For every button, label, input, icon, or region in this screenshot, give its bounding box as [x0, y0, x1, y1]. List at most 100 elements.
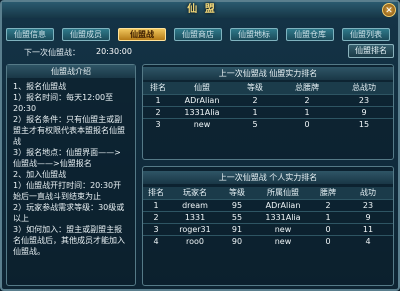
- table-row[interactable]: 2 1331 55 1331Alia 1 9: [143, 211, 393, 223]
- guild-rank-header-row: 排名 仙盟 等级 总腰牌 总战功: [143, 82, 393, 94]
- cell: 4: [365, 236, 371, 246]
- window-title: 仙 盟: [187, 4, 217, 15]
- col-total-merit: 总战功: [335, 82, 393, 94]
- col-guild: 仙盟: [173, 82, 231, 94]
- cell: new: [274, 236, 292, 246]
- tab-guild-members[interactable]: 仙盟成员: [62, 28, 110, 41]
- cell: dream: [182, 200, 208, 210]
- cell: 2: [155, 107, 161, 117]
- guild-window: 仙 盟 ✕ 仙盟信息 仙盟成员 仙盟战 仙盟商店 仙盟地标 仙盟仓库 仙盟列表 …: [0, 0, 400, 291]
- cell: 1: [325, 212, 331, 222]
- intro-line: 3）报名地点：仙盟界面——>: [13, 148, 121, 157]
- cell: 11: [362, 224, 374, 234]
- tab-guild-landmark[interactable]: 仙盟地标: [230, 28, 278, 41]
- cell: 1: [155, 95, 161, 105]
- intro-line: 20:30: [13, 104, 37, 113]
- table-row[interactable]: 1 dream 95 ADrAlian 2 23: [143, 199, 393, 211]
- cell: 1: [252, 107, 258, 117]
- cell: 2: [325, 200, 331, 210]
- cell: 0: [325, 224, 331, 234]
- intro-line: 以上: [13, 214, 29, 223]
- player-rank-table: 排名 玩家名 等级 所属仙盟 腰牌 战功 1 dream 95 ADrAlian…: [143, 187, 393, 247]
- table-row[interactable]: 3 roger31 91 new 0 11: [143, 223, 393, 235]
- cell: 15: [358, 119, 370, 129]
- intro-line: 仙盟战——>仙盟报名: [13, 159, 92, 168]
- cell: 0: [304, 119, 310, 129]
- intro-text: 1、报名仙盟战 1）报名时间：每天12:00至 20:30 2）报名条件：只有仙…: [13, 81, 133, 257]
- intro-line: 战: [13, 137, 21, 146]
- next-war-label: 下一次仙盟战：: [24, 48, 80, 57]
- intro-line: 1）报名时间：每天12:00至: [13, 93, 114, 102]
- intro-line: 名仙盟战后，其他成员才能加入: [13, 236, 125, 245]
- intro-title: 仙盟战介绍: [7, 65, 135, 78]
- table-row[interactable]: 1 ADrAlian 2 2 23: [143, 94, 393, 106]
- tab-guild-war[interactable]: 仙盟战: [118, 28, 166, 41]
- col-badges: 腰牌: [313, 187, 343, 199]
- intro-line: 仙盟战。: [13, 247, 45, 256]
- cell: new: [193, 119, 211, 129]
- cell: 55: [231, 212, 243, 222]
- tab-bar: 仙盟信息 仙盟成员 仙盟战 仙盟商店 仙盟地标 仙盟仓库 仙盟列表: [6, 28, 396, 42]
- tab-guild-shop[interactable]: 仙盟商店: [174, 28, 222, 41]
- next-war-row: 下一次仙盟战： 20:30:00 仙盟排名: [6, 44, 396, 59]
- cell: 1331: [184, 212, 206, 222]
- cell: 9: [361, 107, 367, 117]
- title-bar[interactable]: 仙 盟 ✕: [2, 2, 398, 18]
- cell: 3: [153, 224, 159, 234]
- intro-line: 2）报名条件：只有仙盟主或副: [13, 115, 123, 124]
- cell: 0: [325, 236, 331, 246]
- tab-guild-list[interactable]: 仙盟列表: [342, 28, 390, 41]
- guild-rank-panel: 上一次仙盟战 仙盟实力排名 排名 仙盟 等级 总腰牌 总战功 1 ADrAlia…: [142, 64, 394, 160]
- cell: ADrAlian: [265, 200, 301, 210]
- close-icon[interactable]: ✕: [382, 3, 396, 17]
- cell: 4: [153, 236, 159, 246]
- table-row[interactable]: 2 1331Alia 1 1 9: [143, 106, 393, 118]
- player-rank-header-row: 排名 玩家名 等级 所属仙盟 腰牌 战功: [143, 187, 393, 199]
- cell: 23: [362, 200, 374, 210]
- next-war-time: 20:30:00: [96, 47, 132, 56]
- col-rank: 排名: [143, 82, 173, 94]
- intro-panel: 仙盟战介绍 1、报名仙盟战 1）报名时间：每天12:00至 20:30 2）报名…: [6, 64, 136, 286]
- cell: 1: [304, 107, 310, 117]
- col-rank: 排名: [143, 187, 169, 199]
- intro-line: 2）玩家参战需求等级：30级或: [13, 203, 125, 212]
- tab-guild-info[interactable]: 仙盟信息: [6, 28, 54, 41]
- cell: 95: [231, 200, 243, 210]
- col-total-badges: 总腰牌: [279, 82, 335, 94]
- cell: 1331Alia: [184, 107, 220, 117]
- cell: 91: [231, 224, 243, 234]
- cell: ADrAlian: [184, 95, 220, 105]
- cell: 90: [231, 236, 243, 246]
- intro-line: 始后一直战斗到结束为止: [13, 192, 101, 201]
- table-row[interactable]: 4 roo0 90 new 0 4: [143, 235, 393, 247]
- col-merit: 战功: [343, 187, 393, 199]
- cell: 1331Alia: [265, 212, 301, 222]
- player-rank-title: 上一次仙盟战 个人实力排名: [143, 171, 393, 184]
- cell: new: [274, 224, 292, 234]
- col-level: 等级: [221, 187, 253, 199]
- cell: 1: [153, 200, 159, 210]
- cell: roger31: [179, 224, 211, 234]
- guild-rank-button[interactable]: 仙盟排名: [348, 44, 394, 58]
- intro-line: 盟主才有权限代表本盟报名仙盟: [13, 126, 125, 135]
- cell: 23: [358, 95, 370, 105]
- intro-line: 1、报名仙盟战: [13, 82, 67, 91]
- col-player-name: 玩家名: [169, 187, 221, 199]
- table-row[interactable]: 3 new 5 0 15: [143, 118, 393, 130]
- col-level: 等级: [231, 82, 279, 94]
- cell: 5: [252, 119, 258, 129]
- intro-line: 1）仙盟战开打时间：20:30开: [13, 181, 122, 190]
- tab-guild-warehouse[interactable]: 仙盟仓库: [286, 28, 334, 41]
- col-guild: 所属仙盟: [253, 187, 313, 199]
- guild-rank-table: 排名 仙盟 等级 总腰牌 总战功 1 ADrAlian 2 2 23 2 133…: [143, 82, 393, 130]
- intro-line: 3）如何加入：盟主或副盟主报: [13, 225, 123, 234]
- guild-rank-title: 上一次仙盟战 仙盟实力排名: [143, 67, 393, 80]
- cell: 2: [304, 95, 310, 105]
- cell: 2: [153, 212, 159, 222]
- cell: 9: [365, 212, 371, 222]
- cell: 2: [252, 95, 258, 105]
- cell: roo0: [186, 236, 204, 246]
- cell: 3: [155, 119, 161, 129]
- intro-line: 2、加入仙盟战: [13, 170, 67, 179]
- player-rank-panel: 上一次仙盟战 个人实力排名 排名 玩家名 等级 所属仙盟 腰牌 战功 1 dre…: [142, 166, 394, 286]
